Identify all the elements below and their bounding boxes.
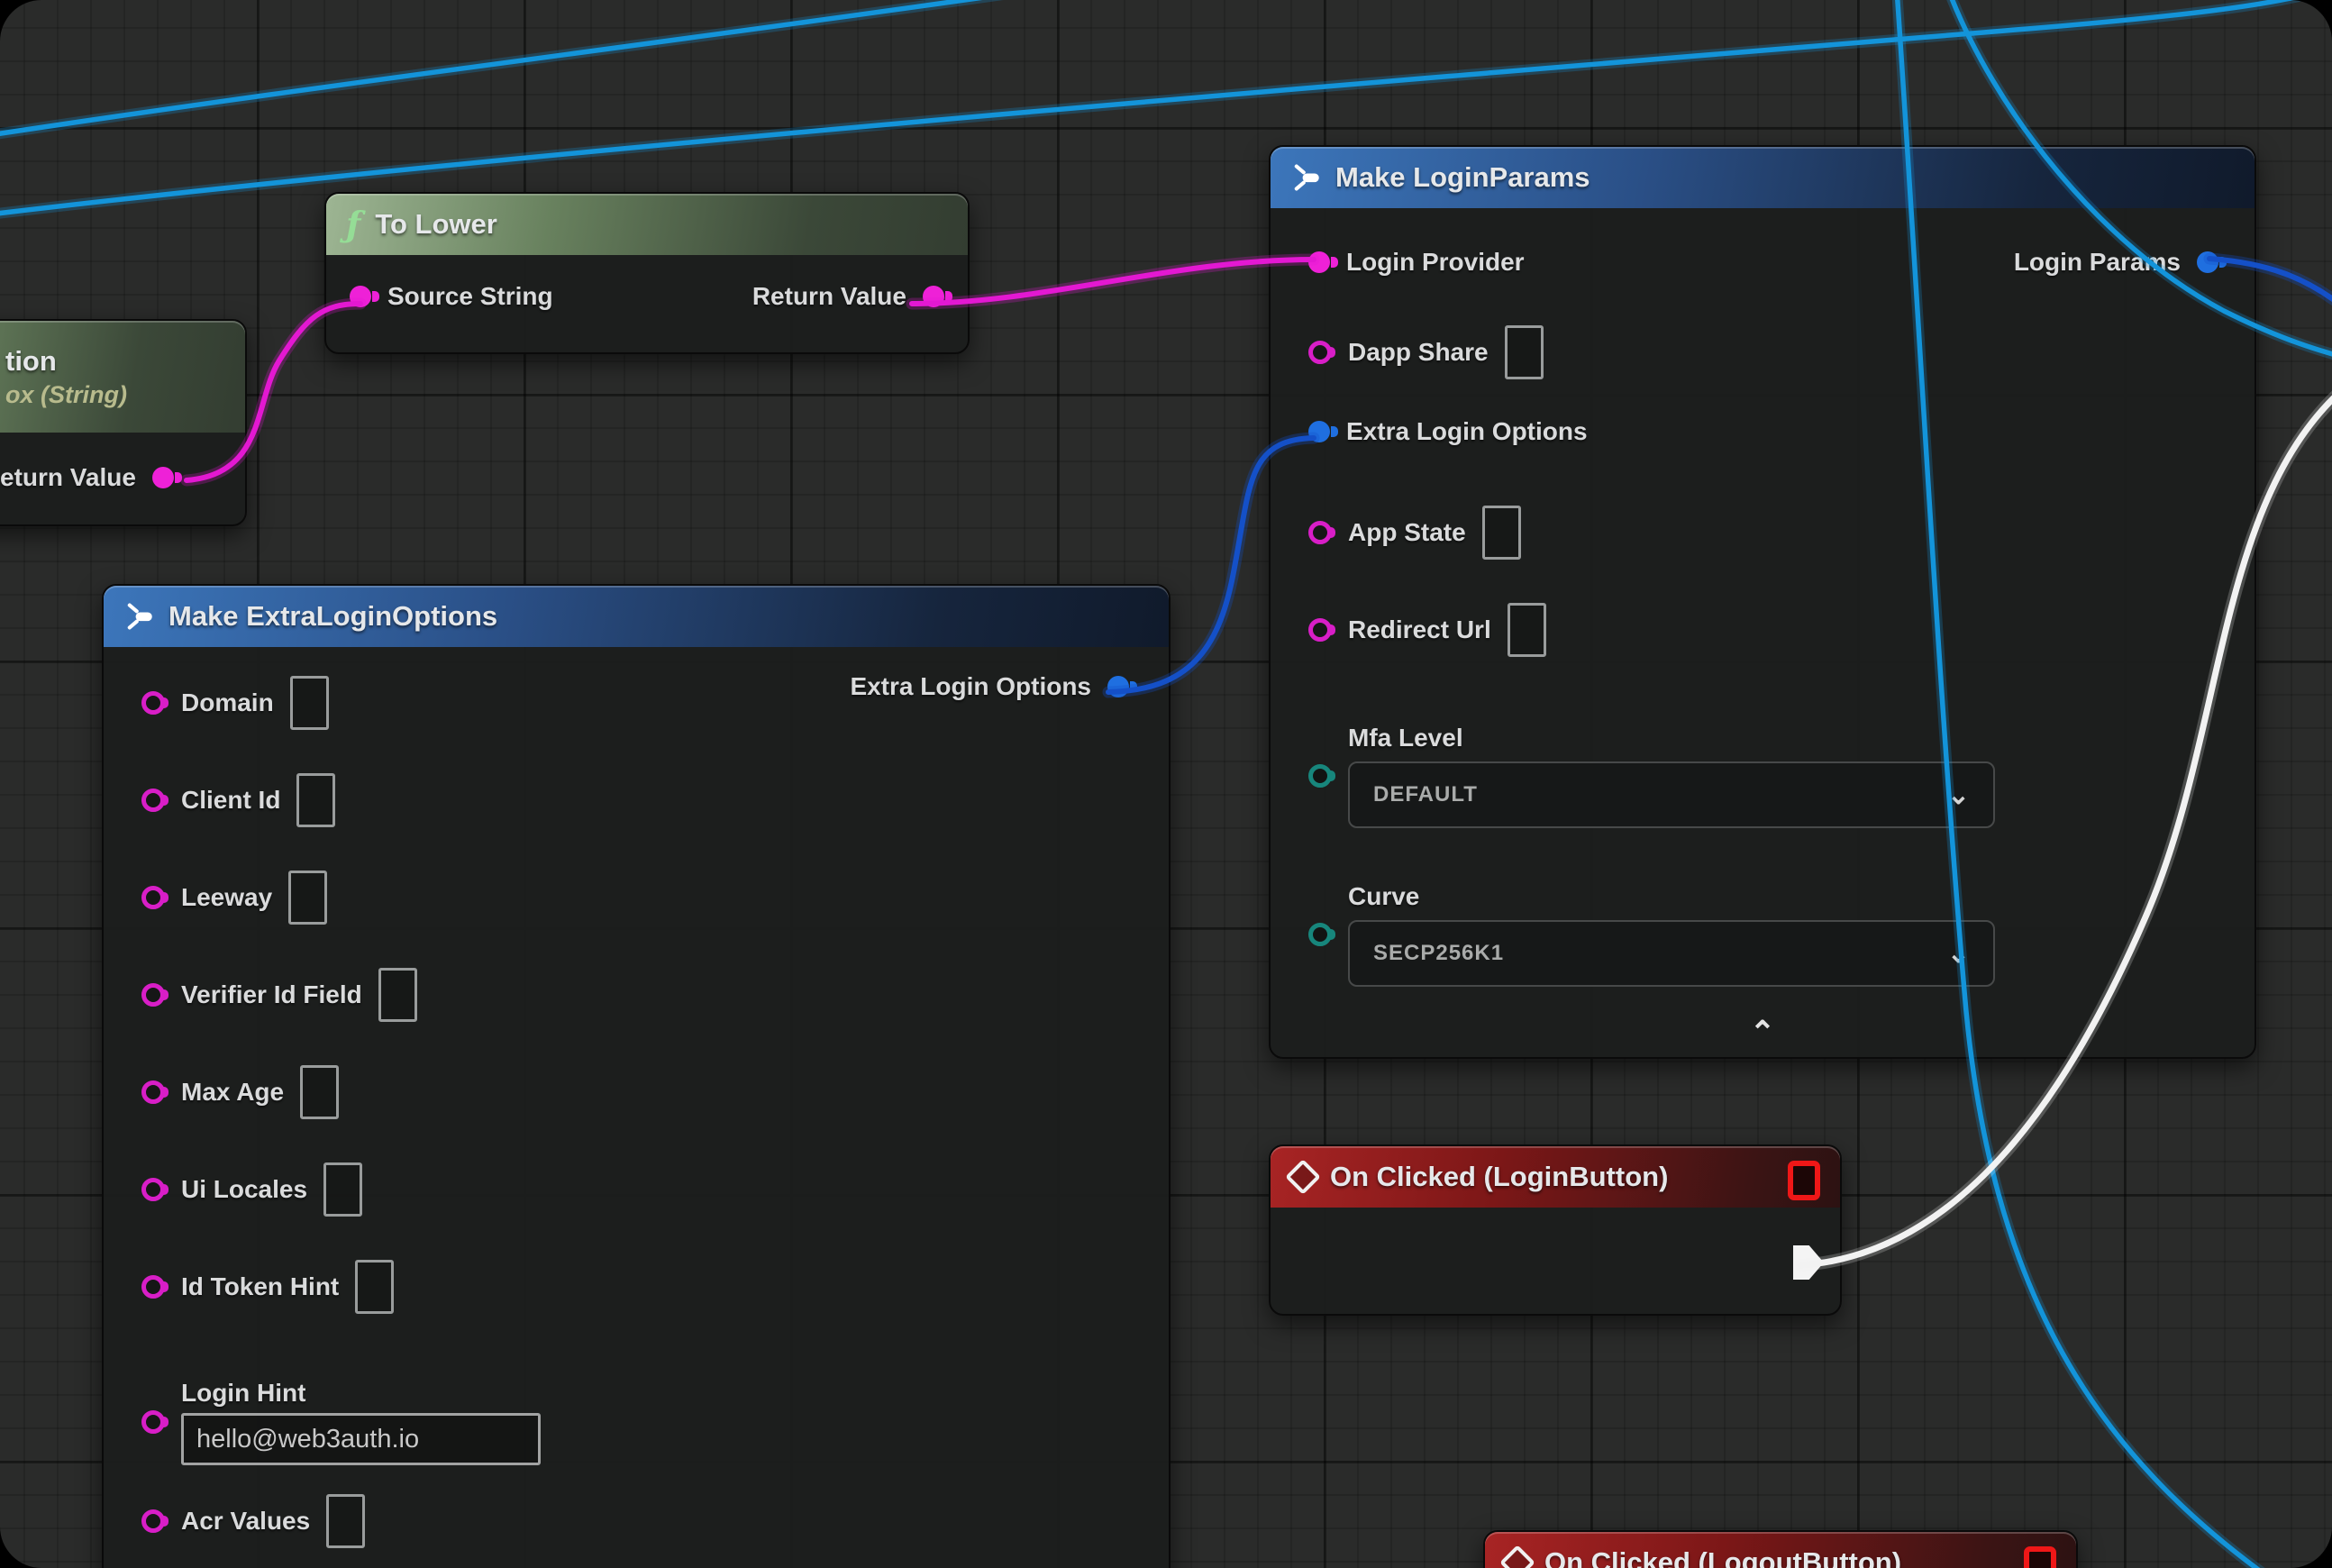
login-params-output-pin[interactable] <box>2197 251 2218 273</box>
ui-locales-label: Ui Locales <box>181 1175 307 1204</box>
acr-values-label: Acr Values <box>181 1507 310 1536</box>
curve-dropdown[interactable]: SECP256K1 ⌄ <box>1348 920 1995 987</box>
dapp-share-value-box[interactable] <box>1505 325 1544 379</box>
mfa-level-value: DEFAULT <box>1373 782 1478 807</box>
login-hint-value: hello@web3auth.io <box>196 1425 419 1454</box>
redirect-url-value-box[interactable] <box>1508 603 1546 657</box>
verifier-id-field-pin[interactable] <box>141 983 165 1007</box>
exec-output-pin[interactable] <box>1793 1245 1824 1280</box>
extra-login-options-label: Extra Login Options <box>1346 417 1588 446</box>
source-string-pin[interactable] <box>350 286 371 307</box>
string-output-pin[interactable] <box>152 467 174 488</box>
return-value-label: Return Value <box>752 282 906 311</box>
curve-pin[interactable] <box>1308 923 1332 946</box>
node-on-clicked-logout-button[interactable]: On Clicked (LogoutButton) <box>1483 1530 2078 1568</box>
node-on-clicked-login-button[interactable]: On Clicked (LoginButton) <box>1269 1144 1842 1316</box>
leeway-value-box[interactable] <box>288 871 327 925</box>
return-value-label-fragment: eturn Value <box>0 463 136 492</box>
dapp-share-pin[interactable] <box>1308 341 1332 364</box>
ui-locales-value-box[interactable] <box>323 1162 362 1217</box>
login-hint-input[interactable]: hello@web3auth.io <box>181 1413 541 1465</box>
node-title: To Lower <box>375 208 496 241</box>
acr-values-pin[interactable] <box>141 1509 165 1533</box>
node-title: Make LoginParams <box>1335 161 1590 194</box>
domain-pin[interactable] <box>141 691 165 715</box>
acr-values-value-box[interactable] <box>326 1494 365 1548</box>
node-make-extra-login-options[interactable]: Make ExtraLoginOptions Domain Extra Logi… <box>102 584 1171 1568</box>
node-title: Make ExtraLoginOptions <box>169 600 497 633</box>
source-string-label: Source String <box>387 282 553 311</box>
redirect-url-pin[interactable] <box>1308 618 1332 642</box>
chevron-down-icon: ⌄ <box>1947 779 1970 811</box>
event-diamond-icon <box>1499 1545 1535 1568</box>
max-age-value-box[interactable] <box>300 1065 339 1119</box>
verifier-id-field-label: Verifier Id Field <box>181 980 362 1009</box>
max-age-pin[interactable] <box>141 1080 165 1104</box>
client-id-pin[interactable] <box>141 789 165 812</box>
curve-value: SECP256K1 <box>1373 941 1504 966</box>
collapse-node-chevron[interactable]: ⌃ <box>1750 1017 1776 1048</box>
client-id-value-box[interactable] <box>296 773 335 827</box>
extra-login-options-input-pin[interactable] <box>1308 421 1330 442</box>
node-to-lower[interactable]: ƒ To Lower Source String Return Value <box>324 192 970 354</box>
mfa-level-label: Mfa Level <box>1348 724 1995 752</box>
extra-login-options-out-label: Extra Login Options <box>850 672 1091 701</box>
domain-label: Domain <box>181 688 274 717</box>
app-state-pin[interactable] <box>1308 521 1332 544</box>
ui-locales-pin[interactable] <box>141 1178 165 1201</box>
make-struct-icon <box>123 601 154 632</box>
event-binding-icon[interactable] <box>2024 1546 2056 1568</box>
extra-login-options-output-pin[interactable] <box>1107 676 1129 697</box>
node-title: On Clicked (LogoutButton) <box>1544 1546 1901 1568</box>
max-age-label: Max Age <box>181 1078 284 1107</box>
login-hint-label: Login Hint <box>181 1379 541 1408</box>
id-token-hint-value-box[interactable] <box>355 1260 394 1314</box>
id-token-hint-label: Id Token Hint <box>181 1272 339 1301</box>
event-binding-icon[interactable] <box>1788 1161 1820 1200</box>
mfa-level-dropdown[interactable]: DEFAULT ⌄ <box>1348 761 1995 828</box>
node-title: On Clicked (LoginButton) <box>1330 1161 1668 1193</box>
pure-function-icon: ƒ <box>346 207 360 242</box>
verifier-id-field-value-box[interactable] <box>378 968 417 1022</box>
blueprint-editor-screenshot: tion ox (String) eturn Value ƒ To Lower … <box>0 0 2332 1568</box>
login-params-out-label: Login Params <box>2014 248 2181 277</box>
app-state-label: App State <box>1348 518 1466 547</box>
mfa-level-pin[interactable] <box>1308 764 1332 788</box>
dapp-share-label: Dapp Share <box>1348 338 1489 367</box>
event-diamond-icon <box>1285 1159 1321 1195</box>
return-value-pin[interactable] <box>923 286 944 307</box>
node-make-login-params[interactable]: Make LoginParams Login Provider Login Pa… <box>1269 145 2256 1059</box>
curve-label: Curve <box>1348 882 1995 911</box>
redirect-url-label: Redirect Url <box>1348 615 1491 644</box>
client-id-label: Client Id <box>181 786 280 815</box>
node-subtitle-fragment: ox (String) <box>5 381 127 409</box>
id-token-hint-pin[interactable] <box>141 1275 165 1299</box>
node-partial-gettext[interactable]: tion ox (String) eturn Value <box>0 319 247 526</box>
make-struct-icon <box>1290 162 1321 193</box>
graph-canvas[interactable]: tion ox (String) eturn Value ƒ To Lower … <box>0 0 2332 1568</box>
node-title-fragment: tion <box>5 345 57 378</box>
leeway-pin[interactable] <box>141 886 165 909</box>
app-state-value-box[interactable] <box>1482 506 1521 560</box>
login-provider-label: Login Provider <box>1346 248 1525 277</box>
leeway-label: Leeway <box>181 883 272 912</box>
domain-value-box[interactable] <box>290 676 329 730</box>
login-provider-pin[interactable] <box>1308 251 1330 273</box>
chevron-down-icon: ⌄ <box>1947 938 1970 970</box>
login-hint-pin[interactable] <box>141 1410 165 1434</box>
